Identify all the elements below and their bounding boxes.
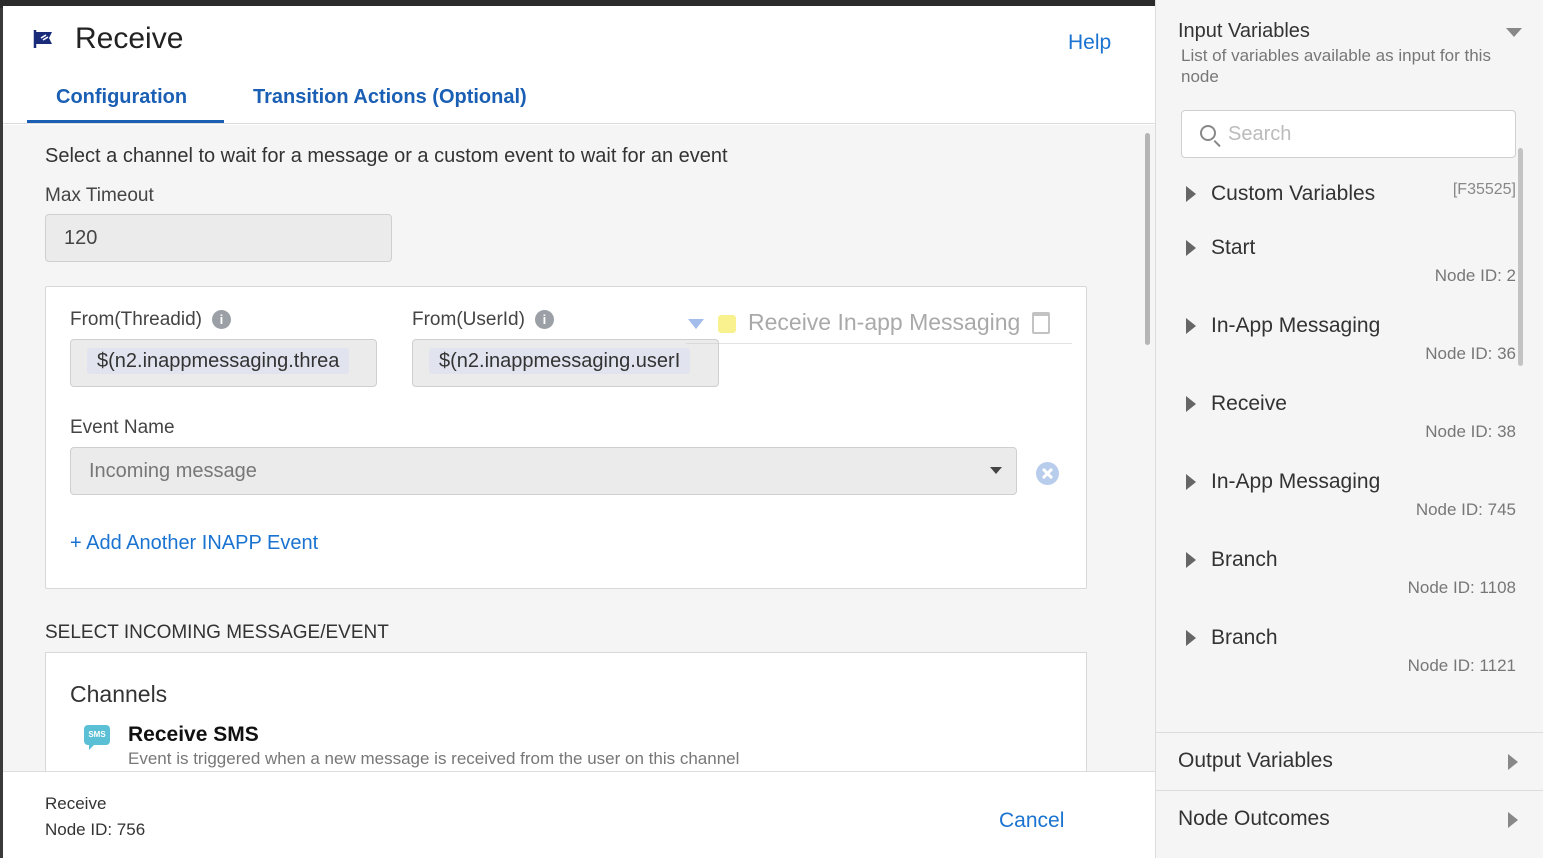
node-outcomes-label: Node Outcomes: [1178, 807, 1330, 830]
footer-node-id: Node ID: 756: [45, 820, 146, 839]
tab-transition-actions[interactable]: Transition Actions (Optional): [253, 86, 527, 109]
channel-receive-sms[interactable]: Receive SMS: [128, 723, 259, 747]
expand-triangle-icon[interactable]: [1186, 474, 1196, 490]
input-variables-subtitle: List of variables available as input for…: [1181, 46, 1491, 86]
max-timeout-label: Max Timeout: [45, 185, 154, 206]
info-icon[interactable]: i: [211, 310, 231, 329]
caret-down-icon: [688, 319, 704, 329]
receive-node-dialog: Receive Help Configuration Transition Ac…: [3, 6, 1155, 858]
chevron-right-icon: [1508, 812, 1518, 828]
config-intro-text: Select a channel to wait for a message o…: [45, 145, 728, 167]
expand-triangle-icon[interactable]: [1186, 396, 1196, 412]
node-outcomes-section[interactable]: Node Outcomes: [1156, 790, 1543, 847]
list-item[interactable]: Branch Node ID: 1108: [1181, 544, 1516, 622]
channel-description: Event is triggered when a new message is…: [128, 749, 740, 768]
variable-group-node-id: Node ID: 745: [1415, 500, 1516, 519]
expand-triangle-icon[interactable]: [1186, 552, 1196, 568]
drag-ghost-node: Receive In-app Messaging: [686, 297, 1072, 344]
userid-variable-chip: $(n2.inappmessaging.userI: [429, 348, 691, 374]
list-item[interactable]: Receive Node ID: 38: [1181, 388, 1516, 466]
info-icon[interactable]: i: [534, 310, 554, 329]
drag-ghost-label: Receive In-app Messaging: [748, 309, 1021, 335]
chevron-down-icon: [990, 467, 1002, 474]
event-name-select[interactable]: Incoming message: [70, 447, 1017, 495]
footer-node-name: Receive: [45, 794, 107, 813]
channels-heading: Channels: [70, 681, 168, 707]
output-variables-label: Output Variables: [1178, 749, 1333, 772]
variable-group-node-id: Node ID: 36: [1425, 344, 1516, 363]
from-userid-label: From(UserId): [412, 309, 525, 330]
variable-group-name: In-App Messaging: [1211, 314, 1381, 337]
channels-card: Channels SMS Receive SMS Event is trigge…: [45, 652, 1087, 771]
sticky-note-icon: [718, 315, 736, 333]
chevron-down-icon[interactable]: [1506, 28, 1522, 37]
tab-bar: Configuration Transition Actions (Option…: [3, 74, 1155, 124]
list-item[interactable]: In-App Messaging Node ID: 36: [1181, 310, 1516, 388]
list-item[interactable]: Custom Variables [F35525]: [1181, 178, 1516, 232]
remove-event-icon[interactable]: [1036, 462, 1059, 485]
chevron-right-icon: [1508, 754, 1518, 770]
max-timeout-input[interactable]: 120: [45, 214, 392, 262]
receive-flag-icon: [33, 30, 52, 48]
list-item[interactable]: In-App Messaging Node ID: 745: [1181, 466, 1516, 544]
variable-group-node-id: Node ID: 1108: [1407, 578, 1516, 597]
list-item[interactable]: Branch Node ID: 1121: [1181, 622, 1516, 700]
variable-group-node-id: Node ID: 1121: [1407, 656, 1516, 675]
incoming-section-title: SELECT INCOMING MESSAGE/EVENT: [45, 622, 389, 643]
event-name-label: Event Name: [70, 417, 175, 438]
active-tab-indicator: [27, 120, 224, 123]
from-threadid-input[interactable]: $(n2.inappmessaging.threa: [70, 339, 377, 387]
from-threadid-label: From(Threadid): [70, 309, 202, 330]
expand-triangle-icon[interactable]: [1186, 318, 1196, 334]
output-variables-section[interactable]: Output Variables: [1156, 732, 1543, 789]
expand-triangle-icon[interactable]: [1186, 240, 1196, 256]
variable-search-input[interactable]: [1228, 120, 1498, 148]
variables-side-panel: Input Variables List of variables availa…: [1155, 0, 1543, 858]
expand-triangle-icon[interactable]: [1186, 186, 1196, 202]
inapp-event-card: From(Threadid) i From(UserId) i $(n2.inapp…: [45, 286, 1087, 589]
sms-icon: SMS: [84, 725, 110, 750]
input-variables-title[interactable]: Input Variables: [1178, 20, 1310, 43]
list-item[interactable]: Start Node ID: 2: [1181, 232, 1516, 310]
cancel-button[interactable]: Cancel: [999, 809, 1064, 833]
dialog-footer: Receive Node ID: 756 Cancel: [3, 771, 1155, 858]
from-threadid-label-row: From(Threadid) i: [70, 309, 231, 331]
variable-group-name: Branch: [1211, 626, 1278, 649]
variable-group-node-id: Node ID: 2: [1434, 266, 1516, 285]
from-userid-input[interactable]: $(n2.inappmessaging.userI: [412, 339, 719, 387]
configuration-panel: Select a channel to wait for a message o…: [3, 125, 1155, 771]
variable-group-name: Receive: [1211, 392, 1287, 415]
variable-search-box[interactable]: [1181, 110, 1516, 158]
expand-triangle-icon[interactable]: [1186, 630, 1196, 646]
variable-group-badge: [F35525]: [1452, 181, 1516, 198]
dialog-title: Receive: [75, 22, 184, 55]
add-inapp-event-link[interactable]: + Add Another INAPP Event: [70, 532, 318, 555]
search-icon: [1200, 125, 1216, 141]
app-frame: Receive Help Configuration Transition Ac…: [0, 0, 1543, 858]
variable-group-name: Branch: [1211, 548, 1278, 571]
trash-icon: [1032, 312, 1050, 334]
config-scrollbar[interactable]: [1145, 133, 1150, 345]
help-link[interactable]: Help: [1068, 31, 1111, 55]
threadid-variable-chip: $(n2.inappmessaging.threa: [87, 348, 350, 374]
from-userid-label-row: From(UserId) i: [412, 309, 554, 331]
variables-scrollbar[interactable]: [1518, 148, 1523, 366]
input-variables-list: Custom Variables [F35525] Start Node ID:…: [1181, 178, 1516, 700]
event-name-value: Incoming message: [89, 460, 257, 482]
variable-group-node-id: Node ID: 38: [1425, 422, 1516, 441]
variable-group-name: In-App Messaging: [1211, 470, 1381, 493]
variable-group-name: Custom Variables: [1211, 182, 1376, 205]
tab-configuration[interactable]: Configuration: [56, 86, 187, 109]
variable-group-name: Start: [1211, 236, 1256, 259]
